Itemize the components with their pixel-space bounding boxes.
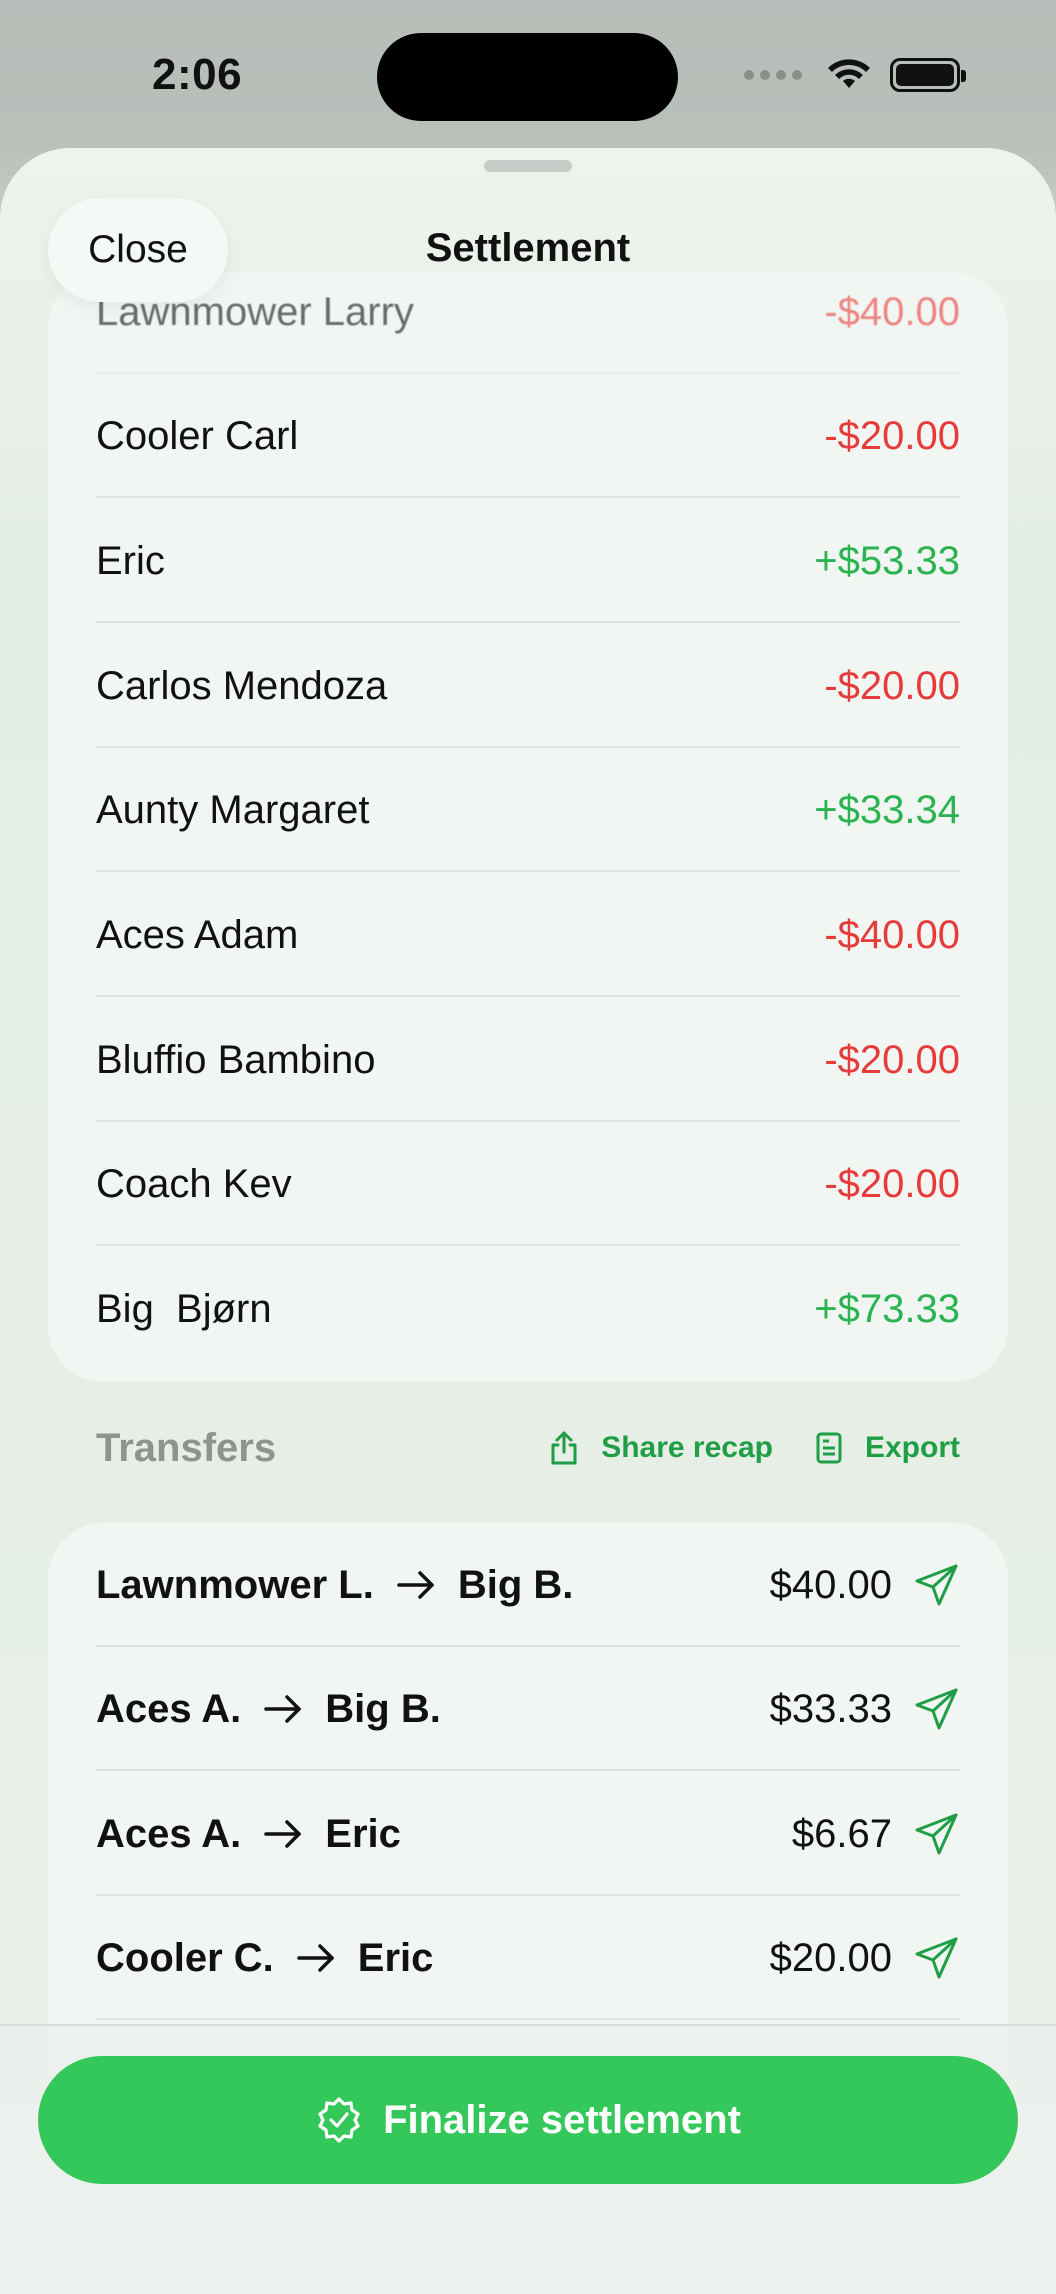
arrow-right-icon bbox=[396, 1569, 436, 1601]
transfer-row: Aces A. Big B. $33.33 bbox=[96, 1647, 960, 1771]
bottom-action-bar: Finalize settlement bbox=[0, 2024, 1056, 2294]
balance-row: Carlos Mendoza -$20.00 bbox=[96, 624, 960, 748]
balance-name: Aunty Margaret bbox=[96, 787, 370, 832]
settlement-sheet: Lawnmower Larry -$40.00 Cooler Carl -$20… bbox=[0, 148, 1056, 2294]
balance-amount: -$40.00 bbox=[824, 289, 960, 334]
balance-row: Cooler Carl -$20.00 bbox=[96, 374, 960, 498]
row-divider bbox=[96, 995, 960, 997]
balance-name: Cooler Carl bbox=[96, 413, 299, 458]
row-divider bbox=[96, 1244, 960, 1246]
transfer-from: Aces A. bbox=[96, 1811, 242, 1856]
balance-row: Coach Kev -$20.00 bbox=[96, 1122, 960, 1246]
balance-name: Big Bjørn bbox=[96, 1286, 272, 1331]
arrow-right-icon bbox=[263, 1818, 303, 1850]
transfer-to: Big B. bbox=[457, 1562, 574, 1607]
transfer-to: Eric bbox=[325, 1811, 401, 1856]
transfer-from: Cooler C. bbox=[96, 1935, 274, 1980]
balance-amount: +$73.33 bbox=[814, 1286, 960, 1331]
balance-name: Carlos Mendoza bbox=[96, 663, 388, 708]
transfer-row: Cooler C. Eric $20.00 bbox=[96, 1896, 960, 2020]
arrow-right-icon bbox=[296, 1942, 336, 1974]
sheet-grabber[interactable] bbox=[484, 160, 572, 172]
send-icon[interactable] bbox=[914, 1563, 960, 1607]
finalize-settlement-label: Finalize settlement bbox=[383, 2097, 741, 2142]
phone-screen: 2:06 Lawnmower Larry -$40.00 Cooler Carl… bbox=[0, 0, 1056, 2294]
verified-badge-icon bbox=[318, 2097, 360, 2143]
send-icon[interactable] bbox=[914, 1812, 960, 1856]
balance-row: Aces Adam -$40.00 bbox=[96, 873, 960, 997]
arrow-right-icon bbox=[263, 1693, 303, 1725]
balance-name: Aces Adam bbox=[96, 912, 299, 957]
share-recap-label: Share recap bbox=[601, 1431, 773, 1464]
balance-row: Eric +$53.33 bbox=[96, 499, 960, 623]
status-icons bbox=[744, 58, 966, 92]
export-button[interactable]: Export bbox=[815, 1431, 960, 1465]
balance-amount: -$20.00 bbox=[824, 413, 960, 458]
row-divider bbox=[96, 1769, 960, 1771]
balance-amount: -$20.00 bbox=[824, 663, 960, 708]
finalize-settlement-button[interactable]: Finalize settlement bbox=[38, 2056, 1018, 2184]
send-icon[interactable] bbox=[914, 1936, 960, 1980]
transfer-to: Big B. bbox=[325, 1686, 441, 1731]
sheet-title: Settlement bbox=[425, 226, 631, 270]
row-divider bbox=[96, 621, 960, 623]
wifi-icon bbox=[828, 59, 870, 88]
transfer-amount: $6.67 bbox=[791, 1811, 892, 1856]
balance-name: Eric bbox=[96, 538, 165, 583]
balance-amount: -$20.00 bbox=[824, 1161, 960, 1206]
export-doc-icon bbox=[816, 1432, 842, 1464]
transfer-to: Eric bbox=[357, 1935, 434, 1980]
balance-amount: -$20.00 bbox=[824, 1037, 960, 1082]
share-icon bbox=[551, 1431, 577, 1465]
balance-name: Coach Kev bbox=[96, 1161, 292, 1206]
balance-row: Bluffio Bambino -$20.00 bbox=[96, 998, 960, 1122]
share-recap-button[interactable]: Share recap bbox=[549, 1430, 773, 1466]
status-time: 2:06 bbox=[152, 50, 243, 99]
transfer-row: Lawnmower L. Big B. $40.00 bbox=[96, 1523, 960, 1647]
dynamic-island bbox=[377, 33, 678, 121]
balance-amount: +$33.34 bbox=[814, 787, 960, 832]
balance-name: Bluffio Bambino bbox=[96, 1037, 376, 1082]
row-divider bbox=[96, 496, 960, 498]
balance-amount: +$53.33 bbox=[814, 538, 960, 583]
transfer-row: Aces A. Eric $6.67 bbox=[96, 1772, 960, 1896]
transfer-amount: $40.00 bbox=[769, 1562, 892, 1607]
transfer-from: Lawnmower L. bbox=[96, 1562, 374, 1607]
row-divider bbox=[96, 2018, 960, 2020]
balance-amount: -$40.00 bbox=[824, 912, 960, 957]
transfer-amount: $20.00 bbox=[769, 1935, 892, 1980]
balance-row: Aunty Margaret +$33.34 bbox=[96, 748, 960, 872]
send-icon[interactable] bbox=[914, 1687, 960, 1731]
transfers-actions: Share recap Export bbox=[549, 1430, 960, 1466]
transfers-header: Transfers Share recap Export bbox=[96, 1413, 960, 1483]
transfers-title: Transfers bbox=[96, 1425, 277, 1470]
balances-card: Lawnmower Larry -$40.00 Cooler Carl -$20… bbox=[48, 272, 1008, 1382]
signal-dots-icon bbox=[744, 70, 802, 80]
balance-row: Big Bjørn +$73.33 bbox=[96, 1247, 960, 1371]
transfer-amount: $33.33 bbox=[769, 1686, 892, 1731]
export-label: Export bbox=[864, 1431, 960, 1464]
transfer-from: Aces A. bbox=[96, 1686, 242, 1731]
battery-icon bbox=[890, 58, 966, 92]
row-divider bbox=[96, 870, 960, 872]
